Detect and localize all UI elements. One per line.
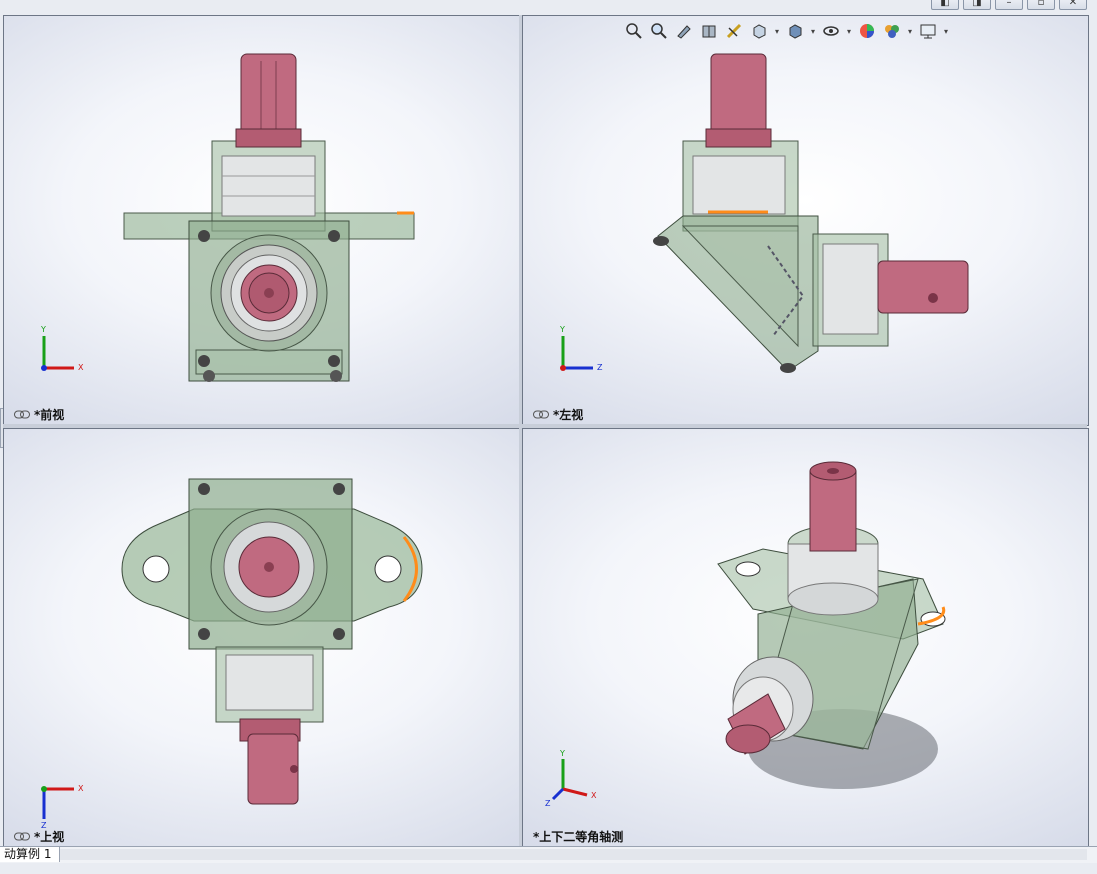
viewport-splitter-vertical[interactable] <box>519 15 522 846</box>
axis-x-label: X <box>78 784 84 793</box>
viewport-label: *上下二等角轴测 <box>533 828 623 845</box>
view-name: *上下二等角轴测 <box>533 830 624 844</box>
axis-y-label: Y <box>559 325 565 334</box>
viewport-isometric[interactable]: Y Z X *上下二等角轴测 <box>522 428 1089 848</box>
bottom-tab-bar: 动算例 1 <box>0 846 1097 863</box>
axis-z-label: Z <box>545 799 551 808</box>
viewport-splitter-horizontal[interactable] <box>3 424 1087 428</box>
tab-study[interactable]: 动算例 1 <box>0 847 61 862</box>
viewport-label: *左视 <box>533 406 583 423</box>
axis-y-label: Y <box>40 325 46 334</box>
axis-y-label: Y <box>559 749 565 758</box>
restore-button[interactable]: ▫ <box>1027 0 1055 10</box>
horizontal-scrollbar[interactable] <box>60 849 1087 860</box>
next-window-button[interactable]: ◨ <box>963 0 991 10</box>
axis-z-label: Z <box>597 363 603 372</box>
axis-triad: Y Z X <box>545 749 597 808</box>
minimize-button[interactable]: – <box>995 0 1023 10</box>
axis-x-label: X <box>591 791 597 800</box>
viewport-left[interactable]: ▾ ▾ ▾ ▾ ▾ Y Z *左视 <box>522 15 1089 426</box>
viewport-label: *上视 <box>14 828 64 845</box>
close-button[interactable]: ✕ <box>1059 0 1087 10</box>
prev-window-button[interactable]: ◧ <box>931 0 959 10</box>
axis-triad: Y Z <box>559 325 603 372</box>
axis-triad: X Z <box>41 784 84 829</box>
link-views-icon[interactable] <box>14 832 30 841</box>
viewport-label: *前视 <box>14 406 64 423</box>
link-views-icon[interactable] <box>14 410 30 419</box>
viewport-front[interactable]: Y X *前视 <box>3 15 521 426</box>
window-controls: ◧ ◨ – ▫ ✕ <box>931 0 1087 10</box>
view-name: *上视 <box>34 830 65 844</box>
view-name: *左视 <box>553 408 584 422</box>
view-name: *前视 <box>34 408 65 422</box>
axis-x-label: X <box>78 363 84 372</box>
axis-triad: Y X <box>40 325 84 372</box>
link-views-icon[interactable] <box>533 410 549 419</box>
viewport-top[interactable]: X Z *上视 <box>3 428 521 848</box>
